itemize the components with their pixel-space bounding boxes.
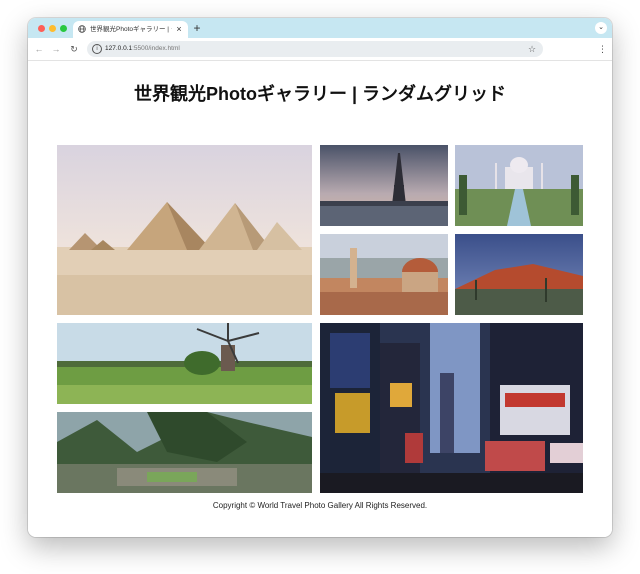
photo-taj-mahal[interactable]	[455, 145, 583, 226]
photo-pyramids[interactable]	[57, 145, 312, 315]
browser-tab[interactable]: 世界観光Photoギャラリー | ラン ×	[73, 21, 188, 38]
globe-icon	[78, 25, 86, 33]
browser-toolbar: ← → ↻ i 127.0.0.1:5500/index.html ☆ ⋮	[28, 38, 612, 61]
photo-times-square[interactable]	[320, 323, 583, 493]
page-footer: Copyright © World Travel Photo Gallery A…	[212, 501, 428, 510]
address-bar[interactable]: i 127.0.0.1:5500/index.html ☆	[87, 41, 543, 57]
photo-eiffel-tower[interactable]	[320, 145, 448, 226]
star-icon[interactable]: ☆	[527, 43, 537, 55]
tab-title: 世界観光Photoギャラリー | ラン	[90, 26, 172, 33]
url-path: :5500/index.html	[132, 45, 180, 52]
plus-icon[interactable]: +	[191, 21, 203, 35]
info-icon[interactable]: i	[92, 44, 102, 54]
close-icon[interactable]: ×	[174, 24, 184, 34]
url-text[interactable]: 127.0.0.1:5500/index.html	[105, 44, 180, 54]
tab-bar: 世界観光Photoギャラリー | ラン × + ⌄	[28, 18, 612, 38]
back-arrow-icon[interactable]: ←	[33, 42, 45, 56]
photo-windmill[interactable]	[57, 323, 312, 404]
photo-desert-mountain[interactable]	[455, 234, 583, 315]
reload-icon[interactable]: ↻	[68, 42, 80, 56]
photo-florence-cathedral[interactable]	[320, 234, 448, 315]
browser-window: 世界観光Photoギャラリー | ラン × + ⌄ ← → ↻ i 127.0.…	[28, 18, 612, 537]
page-content: 世界観光Photoギャラリー | ランダムグリッド Copyright © Wo…	[28, 61, 612, 537]
menu-dots-icon[interactable]: ⋮	[598, 42, 607, 56]
chevron-down-icon[interactable]: ⌄	[595, 22, 607, 34]
photo-machu-picchu[interactable]	[57, 412, 312, 493]
forward-arrow-icon[interactable]: →	[50, 42, 62, 56]
minimize-window-button[interactable]	[49, 25, 56, 32]
maximize-window-button[interactable]	[60, 25, 67, 32]
page-title: 世界観光Photoギャラリー | ランダムグリッド	[133, 84, 507, 104]
close-window-button[interactable]	[38, 25, 45, 32]
url-host: 127.0.0.1	[105, 45, 133, 52]
